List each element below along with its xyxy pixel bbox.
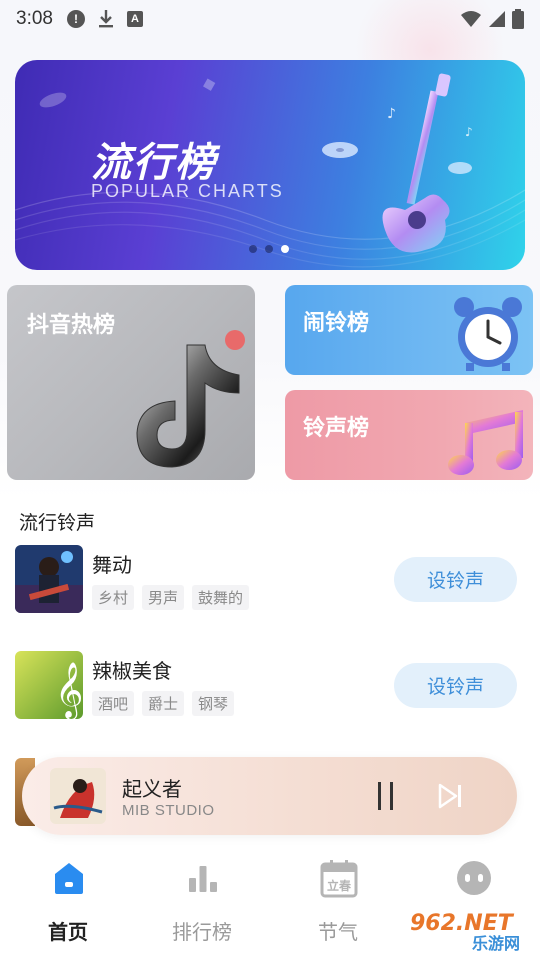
- carousel-dot[interactable]: [249, 245, 257, 253]
- bar-chart-icon: [189, 866, 217, 892]
- music-note-icon: [448, 410, 523, 475]
- pause-button[interactable]: [374, 782, 398, 810]
- alarm-chart-card[interactable]: 闹铃榜: [285, 285, 533, 375]
- tiktok-logo-icon: [136, 330, 245, 468]
- song-cover: 𝄞: [15, 651, 83, 719]
- douyin-chart-label: 抖音热榜: [27, 313, 116, 338]
- alarm-clock-icon: [454, 297, 522, 371]
- carousel-dot[interactable]: [265, 245, 273, 253]
- wifi-icon: [461, 11, 481, 27]
- signal-icon: [489, 11, 505, 27]
- download-icon: [98, 10, 113, 28]
- song-row[interactable]: 𝄞 辣椒美食 酒吧 爵士 钢琴 设铃声: [15, 651, 525, 721]
- song-tag: 乡村: [92, 585, 135, 610]
- status-time: 3:08: [16, 8, 53, 29]
- section-title: 流行铃声: [19, 512, 96, 534]
- watermark-brand: 962.NET: [410, 911, 515, 936]
- svg-text:♪: ♪: [387, 106, 396, 122]
- nav-item-home[interactable]: 首页: [13, 848, 123, 948]
- calendar-glyph: 立春: [327, 878, 352, 893]
- song-name: 舞动: [92, 553, 132, 577]
- player-cover: [50, 768, 106, 824]
- carousel-dots[interactable]: [249, 245, 289, 253]
- song-tag: 爵士: [142, 691, 185, 716]
- status-left-icons: ! A: [66, 9, 143, 29]
- alert-icon: !: [66, 10, 85, 28]
- next-track-icon[interactable]: [437, 782, 463, 810]
- nav-label: 排行榜: [172, 920, 232, 944]
- guitar-icon: ♪ ♪: [322, 73, 473, 253]
- song-name: 辣椒美食: [92, 659, 172, 683]
- set-ringtone-button[interactable]: 设铃声: [394, 557, 517, 602]
- home-icon: [55, 863, 83, 894]
- song-tags: 乡村 男声 鼓舞的: [92, 585, 250, 610]
- ringtone-chart-label: 铃声榜: [303, 416, 370, 441]
- status-bar: 3:08 ! A: [0, 0, 540, 38]
- song-tags: 酒吧 爵士 钢琴: [92, 691, 235, 716]
- status-right-icons: [460, 9, 524, 29]
- nav-label: 首页: [48, 920, 88, 944]
- ringtone-chart-card[interactable]: 铃声榜: [285, 390, 533, 480]
- song-tag: 男声: [142, 585, 185, 610]
- song-tag: 酒吧: [92, 691, 135, 716]
- song-tag: 鼓舞的: [192, 585, 250, 610]
- banner-title: 流行榜: [91, 140, 217, 186]
- song-tag: 钢琴: [192, 691, 235, 716]
- song-cover: [15, 545, 83, 613]
- svg-text:𝄞: 𝄞: [55, 662, 83, 719]
- song-row[interactable]: 舞动 乡村 男声 鼓舞的 设铃声: [15, 545, 525, 615]
- svg-text:♪: ♪: [465, 125, 473, 139]
- nav-item-solar-terms[interactable]: 立春 节气: [283, 848, 393, 948]
- battery-icon: [512, 9, 524, 29]
- site-watermark: 962.NET 乐游网: [400, 906, 535, 954]
- set-ringtone-button[interactable]: 设铃声: [394, 663, 517, 708]
- alarm-chart-label: 闹铃榜: [303, 311, 370, 336]
- mini-player[interactable]: 起义者 MIB STUDIO: [22, 757, 517, 835]
- player-title: 起义者: [122, 777, 182, 801]
- douyin-chart-card[interactable]: 抖音热榜: [7, 285, 255, 480]
- banner-subtitle: POPULAR CHARTS: [91, 181, 284, 201]
- carousel-dot-active[interactable]: [281, 245, 289, 253]
- watermark-site: 乐游网: [472, 934, 520, 953]
- nav-label: 节气: [318, 920, 358, 944]
- popular-charts-banner[interactable]: 流行榜 POPULAR CHARTS ♪ ♪: [15, 60, 525, 270]
- player-artist: MIB STUDIO: [122, 802, 215, 819]
- calendar-icon: 立春: [320, 860, 358, 898]
- a-icon: A: [126, 11, 143, 27]
- nav-item-ranking[interactable]: 排行榜: [147, 848, 257, 948]
- robot-icon: [457, 861, 491, 895]
